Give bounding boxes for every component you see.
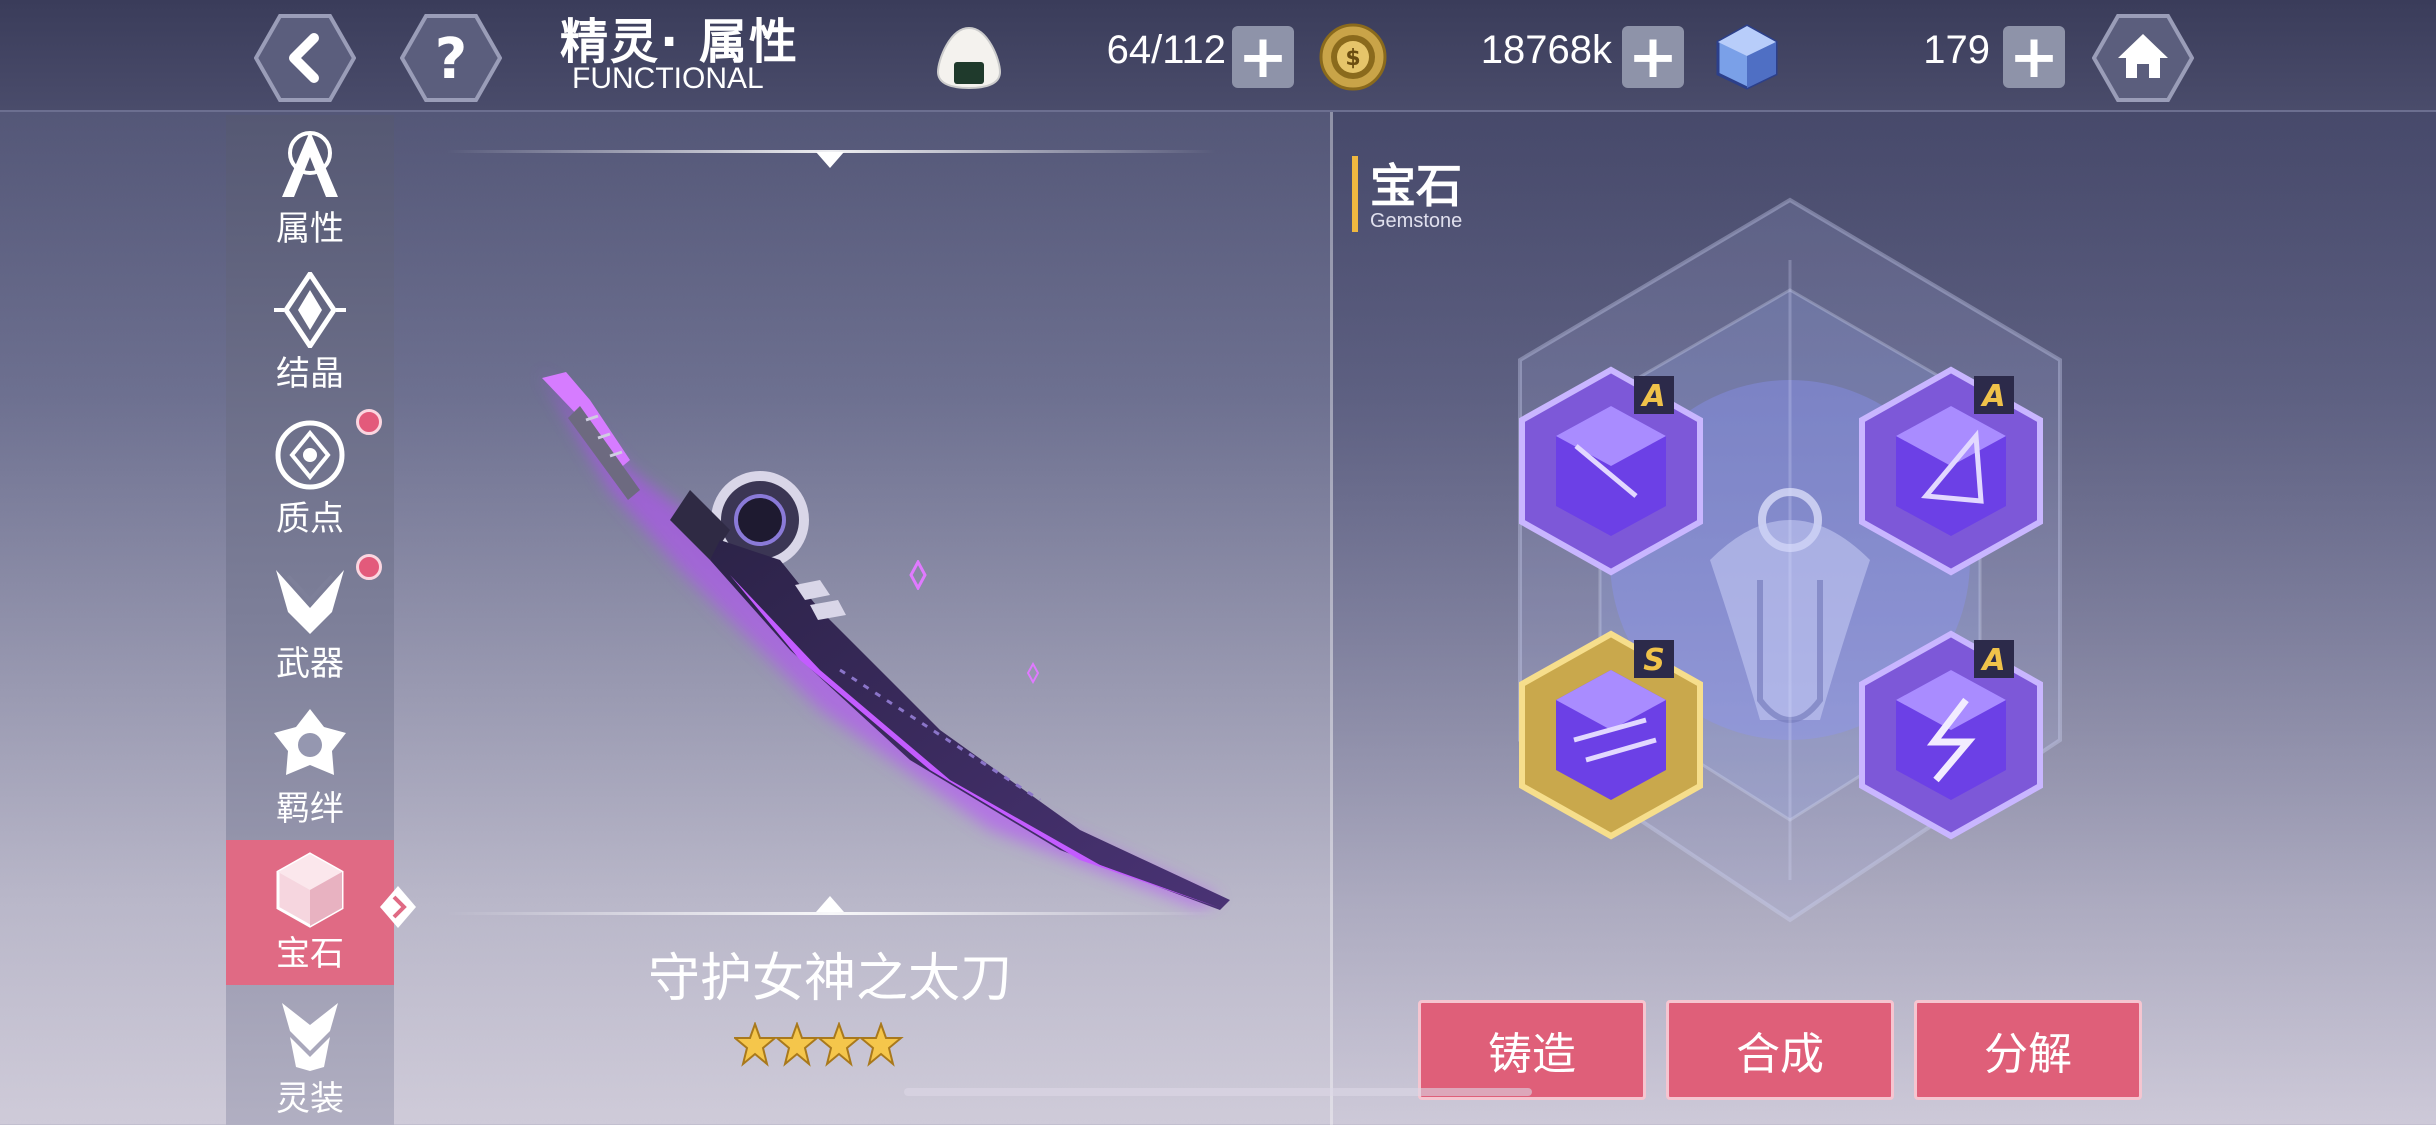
- crystal-value: 179: [1923, 28, 1990, 72]
- sidebar-item-label: 羁绊: [276, 789, 344, 829]
- sidebar-item-label: 结晶: [276, 354, 344, 394]
- sidebar-item-crystal[interactable]: 结晶: [226, 260, 394, 405]
- active-indicator-icon: [380, 886, 416, 928]
- gem-slot-bottom-right[interactable]: A: [1856, 630, 2046, 840]
- back-button[interactable]: [253, 12, 357, 104]
- gem-slot-top-left[interactable]: A: [1516, 366, 1706, 576]
- panel-divider: [1330, 112, 1333, 1125]
- sidebar-item-label: 宝石: [276, 934, 344, 974]
- sidebar-item-label: 灵装: [276, 1079, 344, 1119]
- gemstone-icon: [276, 852, 344, 928]
- riceball-icon: [934, 22, 1004, 92]
- sidebar-item-label: 质点: [276, 499, 344, 539]
- weapon-katana-image: [540, 370, 1230, 910]
- star-icon: [734, 1022, 778, 1067]
- plus-icon: +: [1237, 22, 1289, 92]
- decor-marker-icon: [816, 152, 844, 168]
- sidebar: 属性 结晶 质点 武器 羁绊 宝石 灵装: [226, 115, 394, 1125]
- notification-badge: [356, 409, 382, 435]
- sidebar-item-attribute[interactable]: 属性: [226, 115, 394, 260]
- section-accent: [1352, 156, 1358, 232]
- star-icon: [858, 1022, 904, 1067]
- star-icon: [816, 1022, 862, 1067]
- add-coin-button[interactable]: +: [1622, 26, 1684, 88]
- sparkle-icon: [909, 560, 927, 590]
- chevron-left-icon: [253, 14, 357, 102]
- forge-button[interactable]: 铸造: [1418, 1000, 1646, 1100]
- svg-text:$: $: [1345, 46, 1360, 71]
- gem-grade-label: A: [1640, 379, 1665, 414]
- decompose-button[interactable]: 分解: [1914, 1000, 2142, 1100]
- svg-text:?: ?: [435, 27, 467, 92]
- crystal-icon: [274, 272, 346, 348]
- help-button[interactable]: ?: [399, 12, 503, 104]
- plus-icon: +: [1627, 22, 1679, 92]
- riceball-value: 64/112: [1106, 28, 1226, 72]
- crystal-cube-icon: [1712, 22, 1782, 92]
- sparkle-icon: [1026, 662, 1040, 684]
- sidebar-item-spirit-gear[interactable]: 灵装: [226, 985, 394, 1125]
- sidebar-item-label: 属性: [276, 209, 344, 249]
- page-subtitle: FUNCTIONAL: [572, 62, 764, 95]
- coin-value: 18768k: [1480, 28, 1612, 72]
- combine-button[interactable]: 合成: [1666, 1000, 1894, 1100]
- sidebar-item-bond[interactable]: 羁绊: [226, 695, 394, 840]
- weapon-icon: [276, 570, 344, 634]
- gem-grade-label: A: [1980, 643, 2005, 678]
- add-riceball-button[interactable]: +: [1232, 26, 1294, 88]
- gem-grade-label: S: [1643, 643, 1665, 678]
- gem-slot-top-right[interactable]: A: [1856, 366, 2046, 576]
- add-crystal-button[interactable]: +: [2003, 26, 2065, 88]
- star-rating: [734, 1022, 904, 1067]
- star-icon: [774, 1022, 820, 1067]
- bond-icon: [274, 709, 346, 775]
- top-bar: ? 精灵· 属性 FUNCTIONAL 64/112 + $ 18768k + …: [0, 0, 2436, 112]
- plus-icon: +: [2008, 22, 2060, 92]
- home-button[interactable]: [2091, 12, 2195, 104]
- sidebar-item-label: 武器: [276, 644, 344, 684]
- weapon-name: 守护女神之太刀: [647, 949, 1012, 1009]
- horizontal-scrollbar[interactable]: [904, 1088, 1532, 1096]
- particle-icon: [275, 420, 345, 490]
- gem-slot-bottom-left[interactable]: S: [1516, 630, 1706, 840]
- question-icon: ?: [399, 14, 503, 102]
- home-icon: [2091, 14, 2195, 102]
- sidebar-item-gemstone[interactable]: 宝石: [226, 840, 394, 985]
- attribute-icon: [282, 131, 338, 197]
- spirit-gear-icon: [282, 1003, 338, 1071]
- notification-badge: [356, 554, 382, 580]
- coin-icon: $: [1318, 22, 1388, 92]
- gem-grade-label: A: [1980, 379, 2005, 414]
